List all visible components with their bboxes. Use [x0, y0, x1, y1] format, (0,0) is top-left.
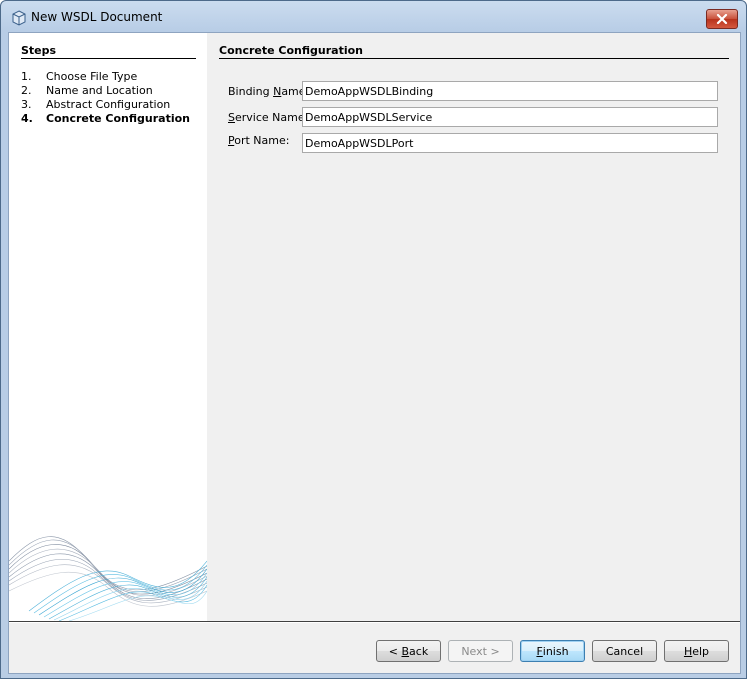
steps-panel: Steps 1. Choose File Type 2. Name and Loca…	[9, 33, 207, 621]
wsdl-document-icon	[11, 10, 27, 26]
step-item-1: 1. Choose File Type	[21, 70, 190, 84]
step-number: 3.	[21, 98, 32, 111]
button-mnemonic: H	[683, 644, 693, 658]
help-button[interactable]: Help	[664, 640, 729, 662]
button-text: inish	[542, 644, 569, 658]
binding-name-label: Binding Name:	[228, 85, 309, 98]
cancel-button[interactable]: Cancel	[592, 640, 657, 662]
button-mnemonic: B	[401, 644, 410, 658]
button-text: <	[388, 644, 402, 658]
step-number: 4.	[21, 112, 33, 125]
dialog-body: Steps 1. Choose File Type 2. Name and Loca…	[8, 32, 741, 674]
port-name-label: Port Name:	[228, 134, 289, 147]
service-name-label: Service Name:	[228, 111, 308, 124]
label-text: ervice Name:	[234, 111, 309, 124]
step-item-3: 3. Abstract Configuration	[21, 98, 190, 112]
back-button[interactable]: < Back	[376, 640, 441, 662]
label-mnemonic: S	[228, 111, 235, 124]
steps-heading: Steps	[21, 44, 57, 57]
steps-list: 1. Choose File Type 2. Name and Location 3…	[21, 70, 190, 126]
window-title: New WSDL Document	[31, 10, 163, 24]
content-heading: Concrete Configuration	[219, 44, 363, 57]
button-text: Next >	[461, 644, 500, 658]
step-label: Name and Location	[46, 84, 153, 97]
step-item-4-current: 4. Concrete Configuration	[21, 112, 190, 126]
content-divider	[219, 58, 729, 59]
binding-name-input[interactable]	[302, 81, 718, 101]
step-label: Abstract Configuration	[46, 98, 171, 111]
next-button[interactable]: Next >	[448, 640, 513, 662]
decorative-wave-graphic	[9, 536, 207, 621]
button-text: ack	[409, 644, 429, 658]
step-item-2: 2. Name and Location	[21, 84, 190, 98]
title-bar[interactable]: New WSDL Document	[1, 1, 746, 33]
step-number: 2.	[21, 84, 32, 97]
step-number: 1.	[21, 70, 32, 83]
close-icon	[716, 14, 728, 24]
finish-button[interactable]: Finish	[520, 640, 585, 662]
close-button[interactable]	[706, 9, 738, 29]
dialog-window: New WSDL Document Steps 1. Choose File Ty…	[0, 0, 747, 679]
service-name-input[interactable]	[302, 107, 718, 127]
button-text: elp	[692, 644, 710, 658]
step-label: Choose File Type	[46, 70, 138, 83]
button-text: Cancel	[605, 644, 644, 658]
label-text: Binding	[228, 85, 274, 98]
step-label: Concrete Configuration	[46, 112, 190, 125]
button-bar-separator-highlight	[9, 622, 740, 623]
label-text: ort Name:	[234, 134, 290, 147]
steps-divider	[21, 58, 196, 59]
port-name-input[interactable]	[302, 133, 718, 153]
